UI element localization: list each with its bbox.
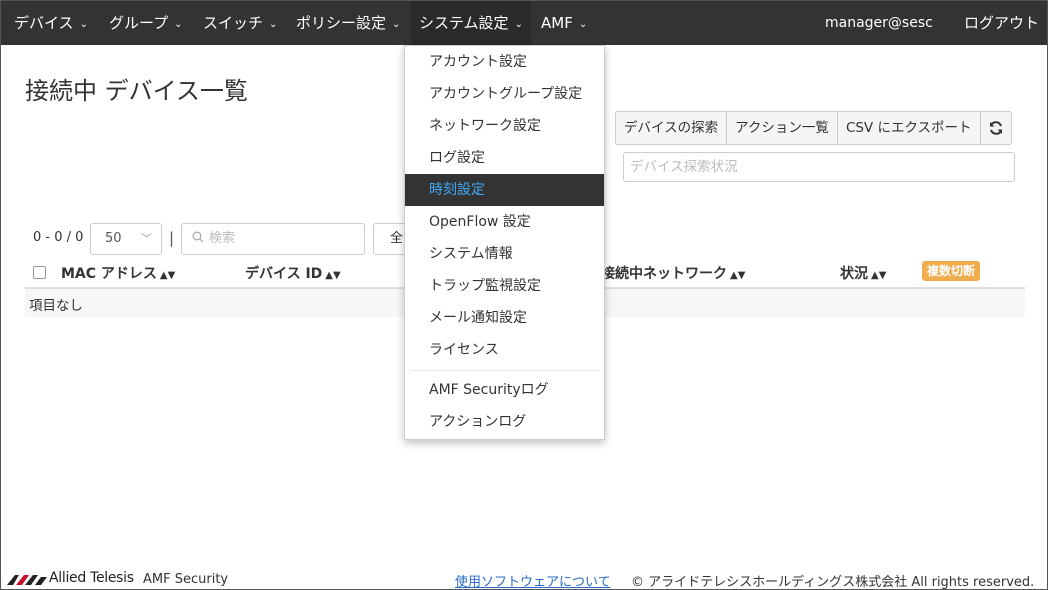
nav-item-label: グループ [109,14,169,32]
nav-item-devices[interactable]: デバイス ⌄ [14,1,88,45]
per-page-select[interactable]: 50 ﹀ [90,223,162,255]
footer-brand: Allied Telesis [49,570,134,586]
page-title: 接続中 デバイス一覧 [25,77,248,105]
nav-item-switches[interactable]: スイッチ ⌄ [203,1,277,45]
bulk-disconnect-button[interactable]: 複数切断 [922,261,981,281]
sort-icon: ▲▼ [159,270,176,281]
footer-copyright: © アライドテレシスホールディングス株式会社 All rights reserv… [631,575,1035,590]
menu-item-openflow-settings[interactable]: OpenFlow 設定 [405,206,604,238]
nav-item-label: スイッチ [203,14,264,32]
separator: | [169,229,175,247]
select-all-checkbox[interactable] [33,266,46,279]
allied-telesis-logo-icon [7,575,47,585]
refresh-icon [989,121,1002,135]
menu-item-network-settings[interactable]: ネットワーク設定 [405,110,604,142]
footer-product-name: AMF Security [143,572,229,587]
system-settings-dropdown: アカウント設定 アカウントグループ設定 ネットワーク設定 ログ設定 時刻設定 O… [404,45,605,440]
toolbar-button-group: デバイスの探索 アクション一覧 CSV にエクスポート [615,111,1012,145]
menu-item-time-settings[interactable]: 時刻設定 [405,174,604,206]
chevron-down-icon: ⌄ [79,19,88,30]
column-label: 状況 [840,266,868,282]
user-menu[interactable]: manager@sesc [825,1,933,45]
nav-item-label: デバイス [14,14,74,32]
column-label: 接続中ネットワーク [601,266,727,282]
chevron-down-icon: ⌄ [578,19,588,30]
menu-item-system-info[interactable]: システム情報 [405,238,604,270]
search-placeholder: 検索 [209,231,236,246]
menu-item-log-settings[interactable]: ログ設定 [405,142,604,174]
column-label: MAC アドレス [61,266,157,282]
sort-icon: ▲▼ [730,270,746,281]
menu-item-amf-security-log[interactable]: AMF Securityログ [405,374,604,406]
nav-item-amf[interactable]: AMF ⌄ [541,1,587,45]
search-icon [192,231,204,243]
sort-icon: ▲▼ [871,270,887,281]
refresh-button[interactable] [981,112,1011,144]
nav-item-label: AMF [541,14,573,32]
chevron-down-icon: ⌄ [514,19,523,30]
nav-item-policy-settings[interactable]: ポリシー設定 ⌄ [296,1,400,45]
menu-item-license[interactable]: ライセンス [405,334,604,366]
column-status[interactable]: 状況 ▲▼ [840,263,886,283]
column-connected-network[interactable]: 接続中ネットワーク ▲▼ [601,263,745,283]
nav-item-label: ポリシー設定 [296,14,387,32]
software-info-link[interactable]: 使用ソフトウェアについて [455,571,611,590]
logout-link[interactable]: ログアウト [964,1,1039,45]
export-csv-button[interactable]: CSV にエクスポート [838,112,981,144]
chevron-down-icon: ⌄ [392,19,401,30]
menu-item-account-settings[interactable]: アカウント設定 [405,46,604,78]
nav-item-system-settings[interactable]: システム設定 ⌄ [411,1,531,45]
chevron-down-icon: ﹀ [141,232,152,245]
nav-item-groups[interactable]: グループ ⌄ [109,1,183,45]
column-device-id[interactable]: デバイス ID ▲▼ [245,263,341,283]
item-count: 0 - 0 / 0 [33,230,84,245]
sort-icon: ▲▼ [325,270,341,281]
empty-message: 項目なし [29,298,83,314]
menu-item-mail-notification-settings[interactable]: メール通知設定 [405,302,604,334]
menu-item-account-group-settings[interactable]: アカウントグループ設定 [405,78,604,110]
column-label: デバイス ID [245,266,323,282]
menu-item-action-log[interactable]: アクションログ [405,406,604,438]
per-page-value: 50 [105,231,122,246]
menu-item-trap-monitor-settings[interactable]: トラップ監視設定 [405,270,604,302]
top-navbar: デバイス ⌄ グループ ⌄ スイッチ ⌄ ポリシー設定 ⌄ システム設定 ⌄ AMF ⌄ m… [1,1,1047,45]
action-list-button[interactable]: アクション一覧 [727,112,838,144]
column-mac-address[interactable]: MAC アドレス ▲▼ [61,263,175,283]
discovery-status-field: デバイス探索状況 [623,152,1015,182]
discover-devices-button[interactable]: デバイスの探索 [616,112,728,144]
menu-divider [411,370,598,371]
nav-item-label: システム設定 [419,14,509,32]
chevron-down-icon: ⌄ [174,19,183,30]
search-input[interactable]: 検索 [181,223,365,255]
chevron-down-icon: ⌄ [269,19,278,30]
